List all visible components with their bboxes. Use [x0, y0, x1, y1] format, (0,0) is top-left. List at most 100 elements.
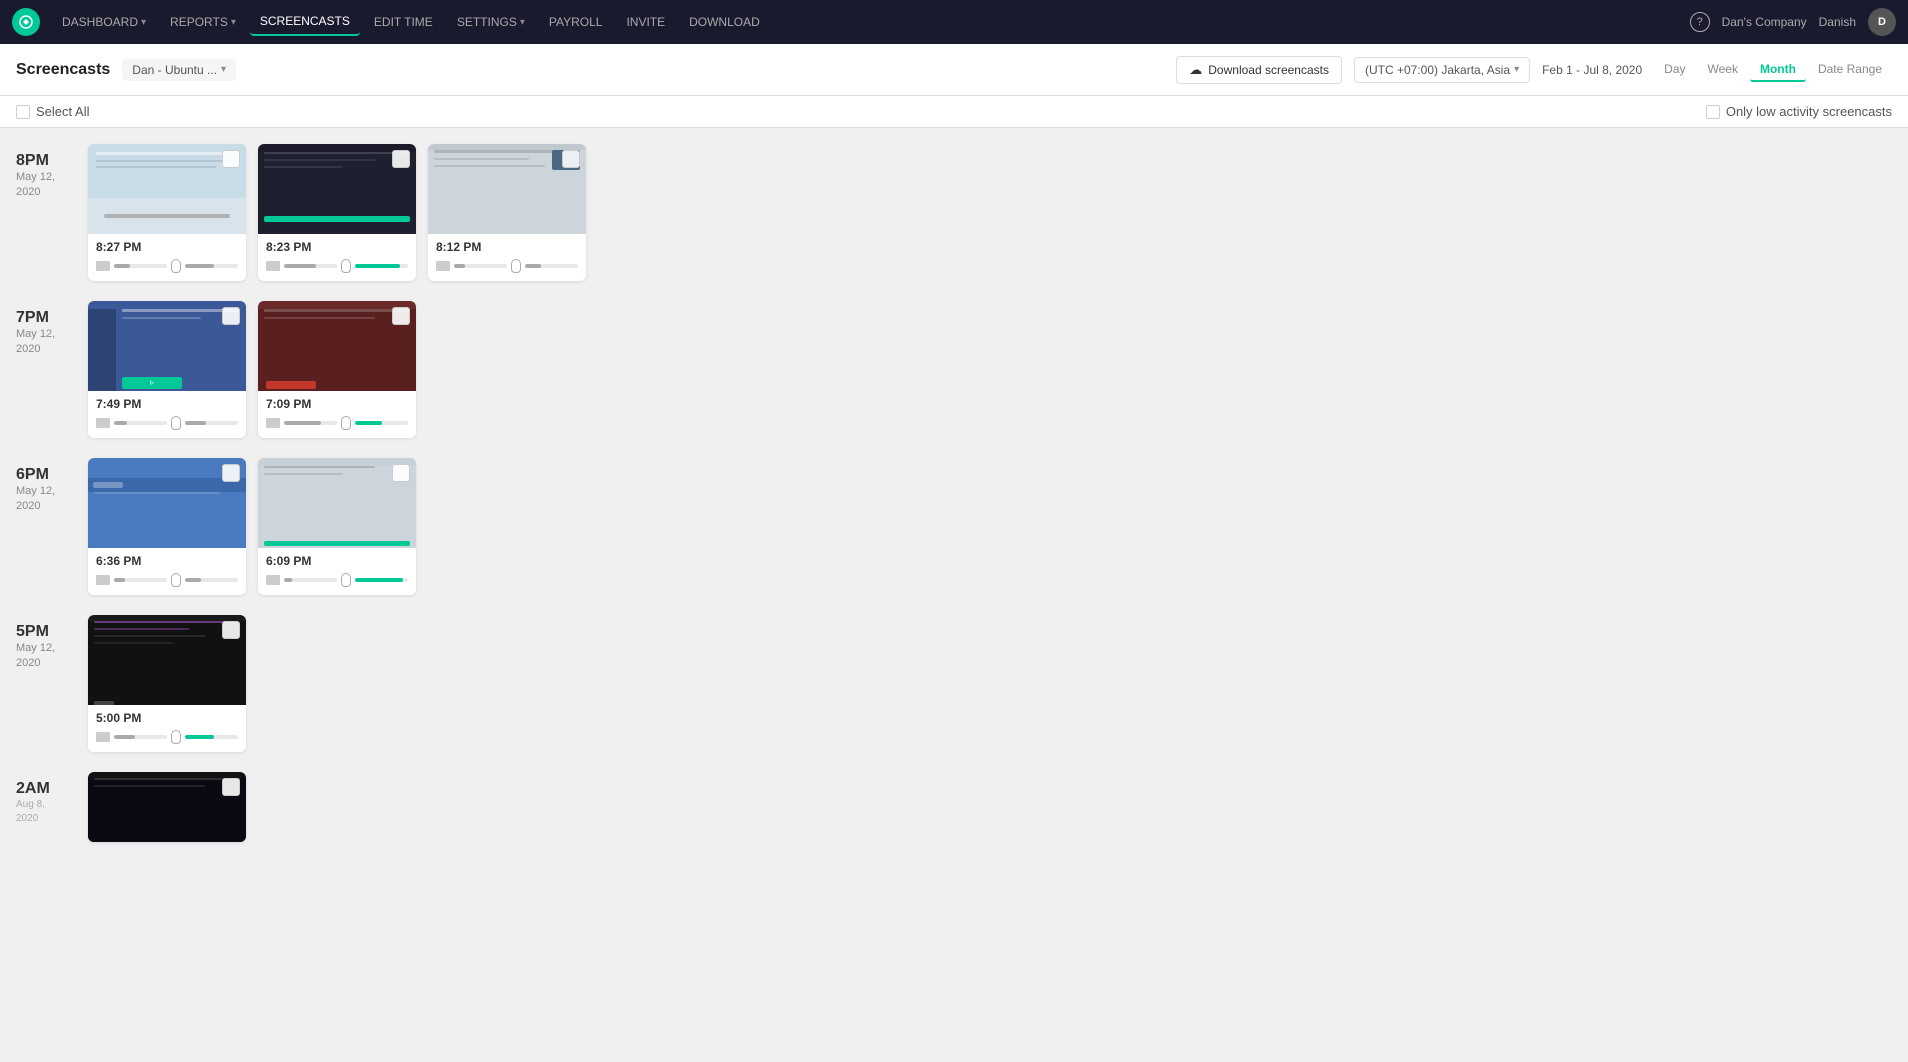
card-meta: [266, 573, 408, 587]
mouse-bar-fill: [185, 264, 214, 268]
nav-right: ? Dan's Company Danish D: [1690, 8, 1896, 36]
low-activity-filter[interactable]: Only low activity screencasts: [1706, 104, 1892, 119]
screencast-card[interactable]: ▷ 7:49 PM: [88, 301, 246, 438]
subheader-controls: ☁ Download screencasts (UTC +07:00) Jaka…: [1176, 56, 1892, 84]
help-icon[interactable]: ?: [1690, 12, 1710, 32]
download-screencasts-button[interactable]: ☁ Download screencasts: [1176, 56, 1342, 84]
user-selector[interactable]: Dan - Ubuntu ... ▾: [122, 59, 236, 81]
card-checkbox[interactable]: [392, 464, 410, 482]
mouse-bar: [185, 735, 238, 739]
screencast-card[interactable]: 8:12 PM: [428, 144, 586, 281]
date-label: May 12, 2020: [16, 170, 88, 201]
card-info: 6:09 PM: [258, 548, 416, 595]
low-activity-checkbox[interactable]: [1706, 105, 1720, 119]
top-navigation: DASHBOARD ▾ REPORTS ▾ SCREENCASTS EDIT T…: [0, 0, 1908, 44]
chevron-down-icon: ▾: [141, 17, 146, 28]
nav-screencasts[interactable]: SCREENCASTS: [250, 8, 360, 36]
card-checkbox[interactable]: [222, 307, 240, 325]
nav-download[interactable]: DOWNLOAD: [679, 9, 770, 35]
date-label: May 12, 2020: [16, 484, 88, 515]
activity-bar: [454, 264, 507, 268]
card-time: 5:00 PM: [96, 711, 238, 725]
screencast-card[interactable]: 6:36 PM: [88, 458, 246, 595]
cards-row: 5:00 PM: [88, 615, 246, 752]
time-label: 5PM May 12, 2020: [16, 615, 88, 752]
mouse-bar-fill: [185, 578, 201, 582]
thumbnail: [88, 458, 246, 548]
tab-week[interactable]: Week: [1698, 58, 1748, 82]
tab-month[interactable]: Month: [1750, 58, 1806, 82]
time-group-8pm: 8PM May 12, 2020: [0, 144, 1908, 281]
mouse-bar: [355, 264, 408, 268]
activity-bar: [114, 735, 167, 739]
mouse-icon: [511, 259, 521, 273]
card-meta: [436, 259, 578, 273]
select-all-checkbox[interactable]: [16, 105, 30, 119]
monitor-icon: [96, 418, 110, 428]
card-time: 6:36 PM: [96, 554, 238, 568]
nav-settings[interactable]: SETTINGS ▾: [447, 9, 535, 35]
mouse-icon: [341, 416, 351, 430]
screencast-card[interactable]: 7:09 PM: [258, 301, 416, 438]
hour-label: 5PM: [16, 623, 88, 641]
thumbnail: ▷: [88, 301, 246, 391]
subheader: Screencasts Dan - Ubuntu ... ▾ ☁ Downloa…: [0, 44, 1908, 96]
card-checkbox[interactable]: [392, 307, 410, 325]
activity-bar: [284, 578, 337, 582]
card-info: 8:27 PM: [88, 234, 246, 281]
nav-dashboard[interactable]: DASHBOARD ▾: [52, 9, 156, 35]
card-meta: [96, 730, 238, 744]
hour-label: 6PM: [16, 466, 88, 484]
mouse-bar-fill: [185, 421, 206, 425]
screencast-card[interactable]: 6:09 PM: [258, 458, 416, 595]
card-checkbox[interactable]: [222, 621, 240, 639]
thumbnail: [258, 301, 416, 391]
card-info: 7:09 PM: [258, 391, 416, 438]
tab-date-range[interactable]: Date Range: [1808, 58, 1892, 82]
mouse-bar: [185, 421, 238, 425]
card-meta: [96, 573, 238, 587]
chevron-down-icon: ▾: [1514, 64, 1519, 75]
screencast-card[interactable]: [88, 772, 246, 842]
monitor-icon: [436, 261, 450, 271]
screencast-card[interactable]: 8:27 PM: [88, 144, 246, 281]
card-checkbox[interactable]: [392, 150, 410, 168]
app-logo[interactable]: [12, 8, 40, 36]
card-time: 8:12 PM: [436, 240, 578, 254]
card-checkbox[interactable]: [222, 150, 240, 168]
card-time: 7:49 PM: [96, 397, 238, 411]
low-activity-label: Only low activity screencasts: [1726, 104, 1892, 119]
date-label: May 12, 2020: [16, 641, 88, 672]
select-all-control[interactable]: Select All: [16, 104, 89, 119]
screencast-card[interactable]: 5:00 PM: [88, 615, 246, 752]
user-selector-label: Dan - Ubuntu ...: [132, 63, 217, 77]
nav-edit-time[interactable]: EDIT TIME: [364, 9, 443, 35]
thumbnail: [88, 615, 246, 705]
activity-bar-fill: [114, 578, 125, 582]
tab-day[interactable]: Day: [1654, 58, 1695, 82]
card-checkbox[interactable]: [562, 150, 580, 168]
card-time: 6:09 PM: [266, 554, 408, 568]
card-info: 8:23 PM: [258, 234, 416, 281]
main-content: 8PM May 12, 2020: [0, 128, 1908, 1050]
time-group-6pm: 6PM May 12, 2020: [0, 458, 1908, 595]
nav-invite[interactable]: INVITE: [616, 9, 675, 35]
activity-bar: [114, 578, 167, 582]
mouse-bar-fill: [355, 421, 382, 425]
user-name: Danish: [1819, 15, 1856, 29]
card-time: 8:27 PM: [96, 240, 238, 254]
timezone-selector[interactable]: (UTC +07:00) Jakarta, Asia ▾: [1354, 57, 1530, 83]
screencast-card[interactable]: 8:23 PM: [258, 144, 416, 281]
thumbnail: [88, 772, 246, 842]
card-time: 8:23 PM: [266, 240, 408, 254]
nav-reports[interactable]: REPORTS ▾: [160, 9, 246, 35]
card-info: 8:12 PM: [428, 234, 586, 281]
thumbnail: [258, 144, 416, 234]
card-checkbox[interactable]: [222, 464, 240, 482]
card-meta: [266, 259, 408, 273]
nav-payroll[interactable]: PAYROLL: [539, 9, 613, 35]
thumbnail: [428, 144, 586, 234]
avatar[interactable]: D: [1868, 8, 1896, 36]
activity-bar: [284, 421, 337, 425]
card-checkbox[interactable]: [222, 778, 240, 796]
